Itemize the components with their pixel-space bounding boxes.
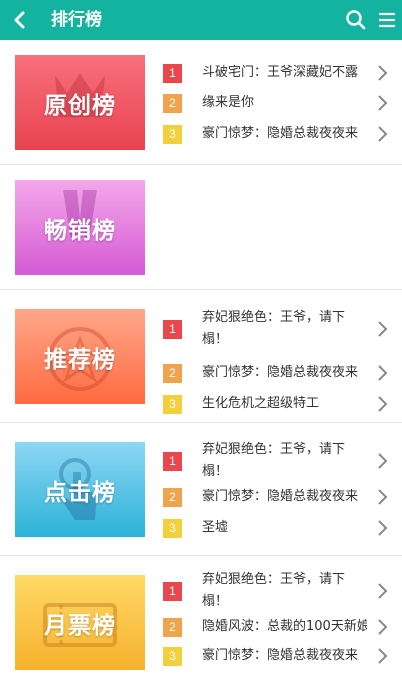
book-title: 豪门惊梦：隐婚总裁夜夜来 bbox=[202, 648, 359, 663]
chevron-right-icon bbox=[378, 65, 388, 81]
chevron-right-icon bbox=[378, 520, 388, 536]
book-title: 斗破宅门：王爷深藏妃不露 bbox=[202, 65, 359, 80]
book-title: 缘来是你 bbox=[202, 95, 255, 110]
chevron-right-icon bbox=[378, 95, 388, 111]
banner-label: 推荐榜 bbox=[44, 346, 116, 373]
rank-badge: 2 bbox=[163, 363, 182, 383]
chevron-right-icon bbox=[378, 453, 388, 469]
ranking-section-monthly-votes: 月票榜 1 弃妃狠绝色：王爷，请下榻！ 2 隐婚风波：总裁的100天新娘 3 豪… bbox=[0, 556, 402, 678]
list-item[interactable]: 2 豪门惊梦：隐婚总裁夜夜来 bbox=[163, 486, 402, 508]
rank-badge: 1 bbox=[163, 319, 182, 339]
list-item[interactable]: 1 弃妃狠绝色：王爷，请下榻！ bbox=[163, 569, 402, 613]
chevron-right-icon bbox=[378, 619, 388, 635]
monthly-votes-ranking-banner[interactable]: 月票榜 bbox=[15, 575, 145, 670]
menu-button[interactable] bbox=[375, 8, 399, 32]
rank-badge: 1 bbox=[163, 451, 182, 471]
book-title: 豪门惊梦：隐婚总裁夜夜来 bbox=[202, 489, 359, 504]
book-title: 豪门惊梦：隐婚总裁夜夜来 bbox=[202, 126, 359, 141]
rank-badge: 2 bbox=[163, 93, 182, 113]
banner-label: 点击榜 bbox=[44, 479, 116, 506]
page-title: 排行榜 bbox=[51, 10, 102, 30]
rank-badge: 2 bbox=[163, 487, 182, 507]
banner-label: 月票榜 bbox=[44, 612, 116, 639]
list-item[interactable]: 3 豪门惊梦：隐婚总裁夜夜来 bbox=[163, 123, 402, 145]
clicks-ranking-banner[interactable]: 点击榜 bbox=[15, 442, 145, 537]
chevron-right-icon bbox=[378, 126, 388, 142]
rank-badge: 3 bbox=[163, 646, 182, 666]
search-button[interactable] bbox=[344, 8, 368, 32]
app-header: 排行榜 bbox=[0, 0, 402, 40]
search-icon bbox=[346, 10, 366, 30]
recommended-ranking-banner[interactable]: 推荐榜 bbox=[15, 309, 145, 404]
banner-label: 原创榜 bbox=[44, 92, 116, 119]
book-title: 隐婚风波：总裁的100天新娘 bbox=[202, 619, 367, 634]
book-title: 弃妃狠绝色：王爷，请下榻！ bbox=[202, 310, 346, 347]
chevron-right-icon bbox=[378, 583, 388, 599]
chevron-right-icon bbox=[378, 321, 388, 337]
back-button[interactable] bbox=[8, 8, 32, 32]
list-item[interactable]: 1 斗破宅门：王爷深藏妃不露 bbox=[163, 62, 402, 84]
ranking-list: 原创榜 1 斗破宅门：王爷深藏妃不露 2 缘来是你 3 豪门惊梦：隐婚总裁夜夜来 bbox=[0, 40, 402, 678]
list-item[interactable]: 2 隐婚风波：总裁的100天新娘 bbox=[163, 616, 402, 638]
menu-icon bbox=[379, 12, 395, 28]
list-item[interactable]: 3 豪门惊梦：隐婚总裁夜夜来 bbox=[163, 645, 402, 667]
book-title: 弃妃狠绝色：王爷，请下榻！ bbox=[202, 572, 346, 609]
rank-badge: 2 bbox=[163, 617, 182, 637]
bestseller-ranking-banner[interactable]: 畅销榜 bbox=[15, 180, 145, 275]
rank-badge: 3 bbox=[163, 124, 182, 144]
list-item[interactable]: 2 豪门惊梦：隐婚总裁夜夜来 bbox=[163, 362, 402, 384]
rank-badge: 1 bbox=[163, 63, 182, 83]
rank-badge: 3 bbox=[163, 394, 182, 414]
rank-badge: 3 bbox=[163, 518, 182, 538]
rank-badge: 1 bbox=[163, 581, 182, 601]
book-title: 弃妃狠绝色：王爷，请下榻！ bbox=[202, 442, 346, 479]
ranking-section-clicks: 点击榜 1 弃妃狠绝色：王爷，请下榻！ 2 豪门惊梦：隐婚总裁夜夜来 3 圣墟 bbox=[0, 423, 402, 556]
list-item[interactable]: 3 生化危机之超级特工 bbox=[163, 393, 402, 415]
list-item[interactable]: 1 弃妃狠绝色：王爷，请下榻！ bbox=[163, 439, 402, 483]
chevron-right-icon bbox=[378, 648, 388, 664]
chevron-right-icon bbox=[378, 365, 388, 381]
list-item[interactable]: 1 弃妃狠绝色：王爷，请下榻！ bbox=[163, 307, 402, 351]
original-ranking-banner[interactable]: 原创榜 bbox=[15, 55, 145, 150]
list-item[interactable]: 2 缘来是你 bbox=[163, 92, 402, 114]
chevron-right-icon bbox=[378, 396, 388, 412]
book-title: 生化危机之超级特工 bbox=[202, 396, 320, 411]
ranking-section-recommended: 推荐榜 1 弃妃狠绝色：王爷，请下榻！ 2 豪门惊梦：隐婚总裁夜夜来 3 生化危… bbox=[0, 290, 402, 423]
chevron-left-icon bbox=[14, 11, 25, 29]
ranking-section-original: 原创榜 1 斗破宅门：王爷深藏妃不露 2 缘来是你 3 豪门惊梦：隐婚总裁夜夜来 bbox=[0, 40, 402, 165]
banner-label: 畅销榜 bbox=[44, 217, 116, 244]
book-title: 圣墟 bbox=[202, 520, 229, 535]
list-item[interactable]: 3 圣墟 bbox=[163, 517, 402, 539]
chevron-right-icon bbox=[378, 489, 388, 505]
book-title: 豪门惊梦：隐婚总裁夜夜来 bbox=[202, 365, 359, 380]
ranking-section-bestseller: 畅销榜 bbox=[0, 165, 402, 290]
